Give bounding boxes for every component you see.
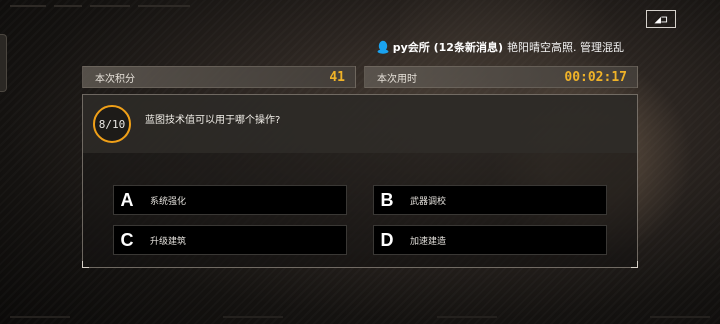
chat-message: 艳阳晴空高照. 管理混乱 [507, 41, 624, 54]
question-progress: 8/10 [93, 105, 131, 143]
side-drawer-handle[interactable] [0, 34, 7, 92]
option-b-button[interactable]: B 武器调校 [373, 185, 607, 215]
back-return-icon: ◢⊐ [654, 12, 668, 26]
score-label: 本次积分 [95, 73, 135, 85]
bottom-decoration [10, 316, 710, 320]
chat-group-name: py会所 (12条新消息) [392, 41, 503, 54]
top-decoration [10, 5, 310, 8]
option-letter: B [380, 189, 394, 210]
score-value: 41 [329, 69, 345, 85]
time-label: 本次用时 [377, 73, 417, 85]
option-text: 武器调校 [410, 196, 447, 207]
question-text: 蓝图技术值可以用于哪个操作? [145, 115, 281, 126]
option-text: 系统强化 [150, 196, 187, 207]
panel-corner [631, 261, 638, 268]
option-letter: A [120, 189, 134, 210]
time-value: 00:02:17 [564, 69, 627, 85]
option-c-button[interactable]: C 升级建筑 [113, 225, 347, 255]
question-header: 8/10 蓝图技术值可以用于哪个操作? [83, 95, 637, 153]
panel-corner [82, 261, 89, 268]
back-button[interactable]: ◢⊐ [646, 10, 676, 28]
time-stat: 本次用时 00:02:17 [364, 66, 638, 88]
option-text: 加速建造 [410, 236, 447, 247]
stats-bar: 本次积分 41 本次用时 00:02:17 [82, 66, 638, 88]
option-letter: C [120, 229, 134, 250]
option-d-button[interactable]: D 加速建造 [373, 225, 607, 255]
quiz-panel: 8/10 蓝图技术值可以用于哪个操作? A 系统强化 B 武器调校 C 升级建筑… [82, 94, 638, 268]
option-letter: D [380, 229, 394, 250]
option-text: 升级建筑 [150, 236, 187, 247]
score-stat: 本次积分 41 [82, 66, 356, 88]
qq-penguin-icon [377, 40, 389, 54]
option-a-button[interactable]: A 系统强化 [113, 185, 347, 215]
chat-notification[interactable]: py会所 (12条新消息) 艳阳晴空高照. 管理混乱 [377, 38, 624, 56]
